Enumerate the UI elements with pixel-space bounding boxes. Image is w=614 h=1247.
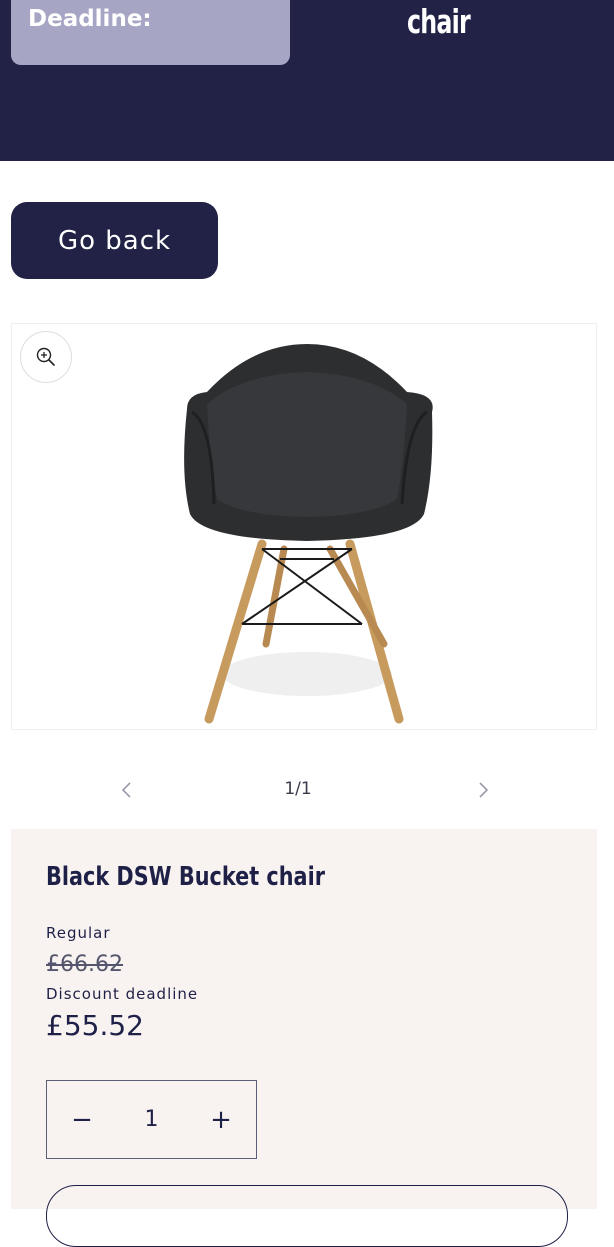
slide-counter: 1/1: [284, 779, 312, 799]
regular-price-label: Regular: [46, 924, 111, 942]
deadline-box: Deadline:: [11, 0, 290, 65]
header-title: chair: [407, 2, 471, 41]
product-image-chair[interactable]: [162, 334, 452, 724]
add-to-cart-button[interactable]: [46, 1185, 568, 1247]
quantity-increase-button[interactable]: +: [186, 1081, 256, 1158]
media-pager: 1/1: [0, 770, 614, 810]
next-slide-button[interactable]: [470, 776, 498, 804]
product-media-gallery: [11, 323, 597, 730]
zoom-in-icon: [36, 347, 55, 366]
quantity-decrease-button[interactable]: −: [47, 1081, 117, 1158]
discount-deadline-label: Discount deadline: [46, 985, 199, 1003]
chevron-left-icon: [121, 782, 131, 798]
header-banner: Deadline: chair: [0, 0, 614, 161]
previous-slide-button[interactable]: [112, 776, 140, 804]
quantity-input[interactable]: 1: [117, 1081, 186, 1158]
regular-price: £66.62: [46, 952, 123, 977]
product-title: Black DSW Bucket chair: [46, 862, 325, 892]
chevron-right-icon: [479, 782, 489, 798]
deadline-label: Deadline:: [28, 6, 152, 32]
sale-price: £55.52: [46, 1009, 144, 1042]
zoom-button[interactable]: [20, 331, 72, 383]
go-back-button[interactable]: Go back: [11, 202, 218, 279]
quantity-stepper: − 1 +: [46, 1080, 257, 1159]
product-info-panel: Black DSW Bucket chair Regular £66.62 Di…: [11, 829, 597, 1247]
